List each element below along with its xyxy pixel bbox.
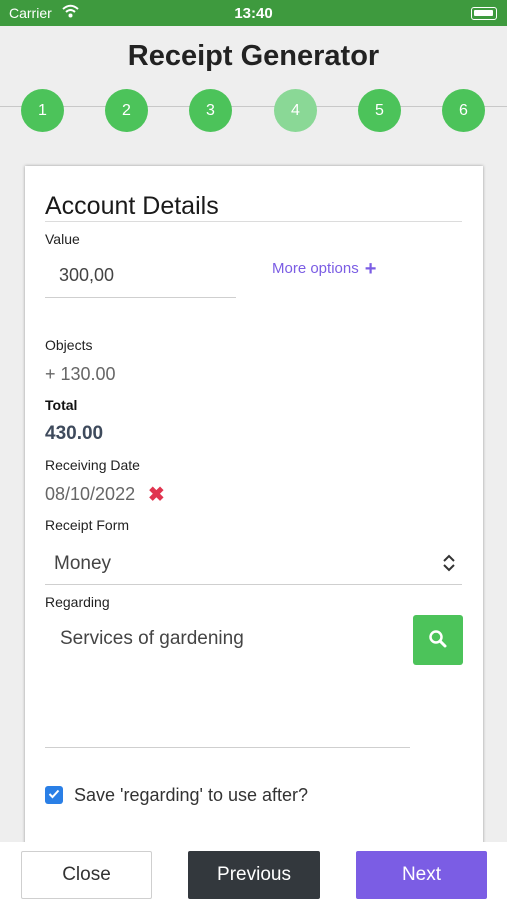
value-label: Value	[45, 231, 80, 247]
next-button[interactable]: Next	[356, 851, 487, 899]
checkmark-icon	[48, 786, 60, 804]
step-5[interactable]: 5	[358, 89, 401, 132]
close-button[interactable]: Close	[21, 851, 152, 899]
close-icon[interactable]: ✖	[148, 482, 165, 507]
chevron-up-down-icon	[442, 554, 456, 577]
step-2[interactable]: 2	[105, 89, 148, 132]
clock: 13:40	[234, 5, 273, 22]
save-regarding-label[interactable]: Save 'regarding' to use after?	[74, 785, 308, 806]
section-divider	[45, 221, 462, 222]
step-1[interactable]: 1	[21, 89, 64, 132]
total-value: 430.00	[45, 423, 104, 444]
step-4[interactable]: 4	[274, 89, 317, 132]
save-regarding-checkbox[interactable]	[45, 786, 63, 804]
section-title: Account Details	[45, 192, 219, 220]
stepper-track	[0, 106, 507, 107]
objects-label: Objects	[45, 337, 93, 353]
receipt-form-label: Receipt Form	[45, 517, 130, 533]
step-6[interactable]: 6	[442, 89, 485, 132]
regarding-input[interactable]: Services of gardening	[45, 616, 410, 748]
more-options-link[interactable]: More options +	[272, 257, 377, 280]
receiving-date-label: Receiving Date	[45, 457, 140, 473]
search-button[interactable]	[413, 615, 463, 665]
status-bar: Carrier 13:40	[0, 0, 507, 26]
battery-icon	[471, 7, 497, 20]
regarding-label: Regarding	[45, 594, 110, 610]
page-title: Receipt Generator	[127, 40, 380, 72]
plus-icon: +	[364, 257, 377, 280]
account-details-card: Account Details Value More options + Obj…	[25, 166, 483, 866]
objects-value: + 130.00	[45, 364, 116, 384]
receipt-form-selected: Money	[54, 553, 112, 574]
previous-button[interactable]: Previous	[188, 851, 320, 899]
receiving-date-value[interactable]: 08/10/2022	[45, 484, 135, 505]
search-icon	[428, 629, 448, 652]
more-options-label: More options	[272, 260, 359, 277]
receipt-form-select[interactable]: Money	[45, 542, 462, 585]
step-3[interactable]: 3	[189, 89, 232, 132]
total-label: Total	[45, 397, 78, 413]
value-input[interactable]	[45, 254, 236, 298]
